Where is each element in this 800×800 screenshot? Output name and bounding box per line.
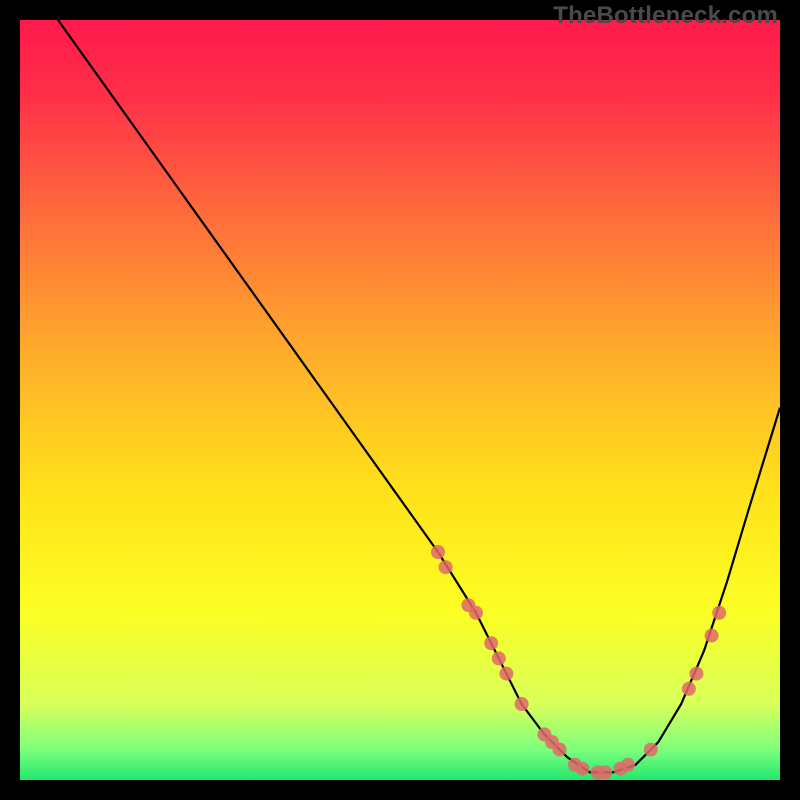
highlight-dot [469, 606, 483, 620]
highlight-dot [575, 762, 589, 776]
gradient-background [20, 20, 780, 780]
highlight-dot [431, 545, 445, 559]
highlight-dot [439, 560, 453, 574]
chart-frame [20, 20, 780, 780]
highlight-dot [682, 682, 696, 696]
highlight-dot [705, 629, 719, 643]
highlight-dot [484, 636, 498, 650]
highlight-dot [553, 743, 567, 757]
highlight-dot [492, 651, 506, 665]
highlight-dot [621, 758, 635, 772]
highlight-dot [499, 667, 513, 681]
highlight-dot [689, 667, 703, 681]
highlight-dot [598, 765, 612, 779]
highlight-dot [644, 743, 658, 757]
watermark-text: TheBottleneck.com [553, 2, 778, 30]
bottleneck-chart [20, 20, 780, 780]
highlight-dot [515, 697, 529, 711]
highlight-dot [712, 606, 726, 620]
